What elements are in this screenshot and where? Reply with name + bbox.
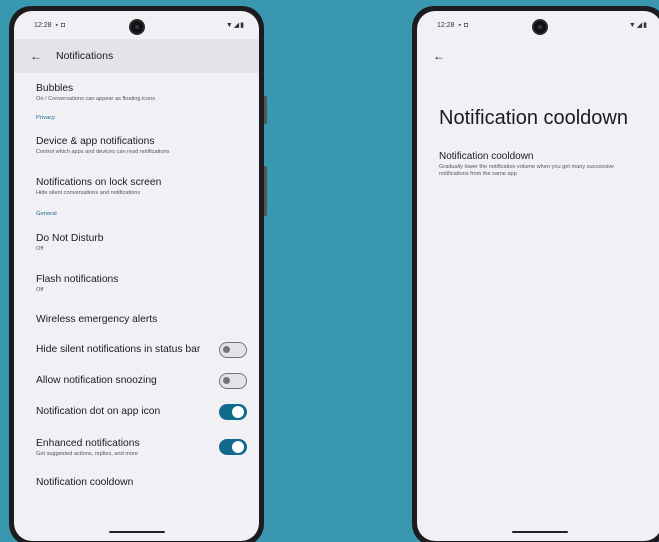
notification-dot-item[interactable]: Notification dot on app icon (14, 396, 259, 427)
dnd-title: Do Not Disturb (36, 232, 104, 244)
gesture-nav-handle[interactable] (108, 530, 165, 533)
notification-cooldown-setting[interactable]: Notification cooldown Gradually lower th… (439, 151, 644, 178)
status-time-right: 12:28 (437, 21, 455, 29)
flash-notifications-item[interactable]: Flash notifications Off (14, 263, 259, 304)
back-arrow-icon[interactable]: ← (433, 49, 455, 63)
status-time: 12:28 (34, 21, 52, 29)
notification-cooldown-item[interactable]: Notification cooldown (14, 467, 259, 497)
section-privacy: Privacy (36, 115, 56, 121)
cooldown-title: Notification cooldown (36, 476, 134, 488)
bubbles-title: Bubbles (36, 82, 74, 94)
bubbles-summary: On / Conversations can appear as floatin… (36, 95, 156, 102)
do-not-disturb-item[interactable]: Do Not Disturb Off (14, 221, 259, 263)
back-arrow-icon[interactable]: ← (30, 49, 52, 63)
device-app-title: Device & app notifications (36, 135, 155, 147)
enhanced-toggle[interactable] (219, 439, 247, 455)
enhanced-notifications-item[interactable]: Enhanced notifications Get suggested act… (14, 427, 259, 467)
gesture-nav-handle-right[interactable] (511, 530, 568, 533)
power-button (264, 96, 267, 124)
message-icon: ◘ (61, 21, 66, 29)
phone-right: 12:28 ▪ ◘ ▼◢▮ ← Notification cooldown No… (412, 6, 659, 542)
collapsing-page-title: Notification cooldown (439, 107, 628, 129)
front-camera (128, 19, 145, 35)
hide-silent-toggle[interactable] (219, 341, 247, 358)
wifi-signal-battery-icon: ▼◢▮ (225, 22, 245, 29)
app-bar: ← Notifications (14, 39, 259, 73)
flash-title: Flash notifications (36, 274, 119, 285)
volume-button (264, 166, 267, 216)
phone-left: 12:28 ▪ ◘ ▼◢▮ ← Notifications Bubbles On… (9, 6, 267, 542)
message-icon: ◘ (464, 21, 469, 29)
emergency-title: Wireless emergency alerts (36, 313, 158, 325)
snoozing-toggle[interactable] (219, 372, 247, 389)
app-bar-right: ← (417, 39, 659, 73)
page-title: Notifications (56, 50, 114, 62)
dnd-summary: Off (36, 245, 44, 252)
cooldown-setting-summary: Gradually lower the notification volume … (439, 164, 615, 177)
front-camera-right (531, 19, 548, 35)
device-app-summary: Control which apps and devices can read … (36, 148, 170, 155)
notification-cooldown-screen: 12:28 ▪ ◘ ▼◢▮ ← Notification cooldown No… (417, 11, 659, 541)
flash-summary: Off (36, 287, 44, 293)
notification-dot-toggle[interactable] (219, 403, 247, 420)
cooldown-setting-title: Notification cooldown (439, 151, 534, 162)
device-app-notifications-item[interactable]: Device & app notifications Control which… (14, 125, 259, 165)
hide-silent-notifications-item[interactable]: Hide silent notifications in status bar (14, 334, 259, 365)
wifi-signal-battery-icon: ▼◢▮ (628, 22, 648, 29)
section-general: General (36, 211, 57, 217)
notifications-screen: 12:28 ▪ ◘ ▼◢▮ ← Notifications Bubbles On… (14, 11, 259, 541)
settings-list: Bubbles On / Conversations can appear as… (14, 73, 259, 541)
sim-icon: ▪ (458, 21, 462, 29)
lock-screen-notifications-item[interactable]: Notifications on lock screen Hide silent… (14, 165, 259, 207)
lock-screen-summary: Hide silent conversations and notificati… (36, 189, 141, 196)
bubbles-item[interactable]: Bubbles On / Conversations can appear as… (14, 73, 259, 111)
sim-icon: ▪ (55, 21, 59, 29)
notification-snoozing-item[interactable]: Allow notification snoozing (14, 365, 259, 396)
wireless-emergency-alerts-item[interactable]: Wireless emergency alerts (14, 304, 259, 334)
lock-screen-title: Notifications on lock screen (36, 176, 162, 188)
